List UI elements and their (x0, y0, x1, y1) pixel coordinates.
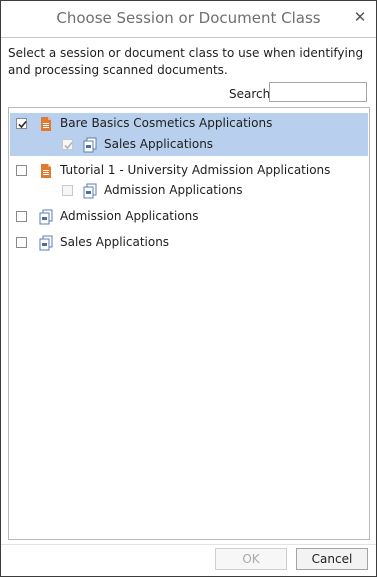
session-document-icon (38, 163, 54, 179)
list-item-label: Tutorial 1 - University Admission Applic… (60, 163, 331, 177)
ok-button[interactable]: OK (215, 548, 287, 570)
cancel-button[interactable]: Cancel (296, 548, 368, 570)
list-item-label: Admission Applications (104, 183, 243, 197)
close-icon[interactable]: ✕ (351, 8, 369, 26)
search-label: Search (229, 87, 271, 101)
class-list[interactable]: Bare Basics Cosmetics Applications Sales… (8, 107, 370, 540)
list-item-label: Sales Applications (104, 137, 214, 151)
checkbox-checked[interactable] (16, 118, 27, 129)
dialog-title: Choose Session or Document Class (56, 9, 321, 27)
document-class-icon (82, 137, 98, 153)
list-item-session[interactable]: Bare Basics Cosmetics Applications (10, 113, 368, 135)
document-class-icon (82, 183, 98, 199)
checkbox-unchecked[interactable] (16, 237, 27, 248)
document-class-icon (38, 235, 54, 251)
list-item-document-class[interactable]: Sales Applications (10, 134, 368, 156)
footer-divider (1, 544, 376, 545)
search-input[interactable] (269, 82, 367, 102)
checkbox-unchecked[interactable] (16, 211, 27, 222)
session-document-icon (38, 116, 54, 132)
list-item-session[interactable]: Tutorial 1 - University Admission Applic… (10, 160, 368, 182)
checkbox-unchecked[interactable] (16, 165, 27, 176)
title-bar: Choose Session or Document Class ✕ (1, 1, 376, 37)
checkbox-checked-disabled (62, 139, 73, 150)
choose-class-dialog: Choose Session or Document Class ✕ Selec… (0, 0, 377, 577)
list-item-label: Bare Basics Cosmetics Applications (60, 116, 273, 130)
checkbox-unchecked-disabled (62, 185, 73, 196)
list-item-label: Sales Applications (60, 235, 170, 249)
list-item-document-class[interactable]: Sales Applications (10, 232, 368, 254)
document-class-icon (38, 209, 54, 225)
list-item-document-class[interactable]: Admission Applications (10, 206, 368, 228)
list-item-document-class[interactable]: Admission Applications (10, 180, 368, 202)
title-divider (1, 37, 376, 38)
instructions-text: Select a session or document class to us… (8, 46, 364, 77)
list-item-label: Admission Applications (60, 209, 199, 223)
